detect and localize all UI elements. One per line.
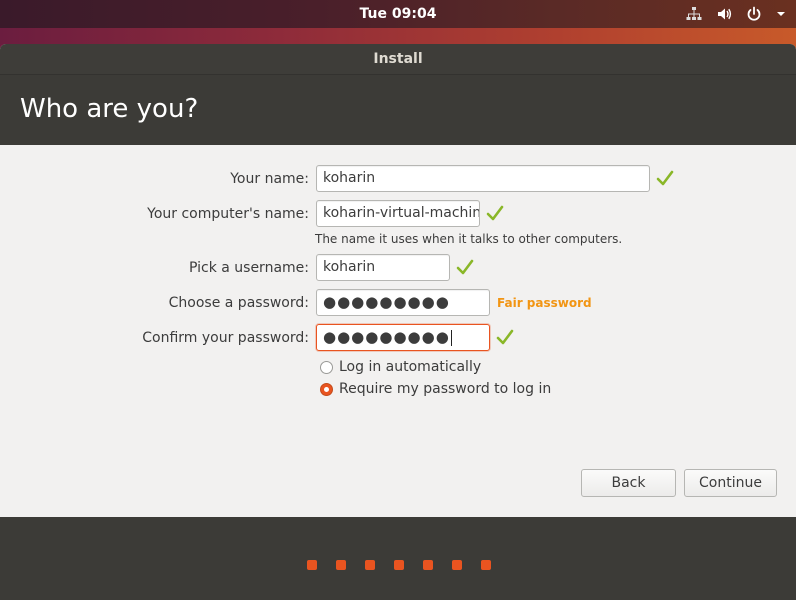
login-automatically-label: Log in automatically: [339, 359, 482, 375]
power-icon[interactable]: [746, 6, 762, 22]
system-tray[interactable]: [686, 0, 786, 28]
password-strength: Fair password: [497, 296, 592, 310]
confirm-password-valid-check-icon: [496, 328, 514, 350]
top-bar: Tue 09:04: [0, 0, 796, 28]
computer-name-row: Your computer's name: koharin-virtual-ma…: [0, 200, 796, 228]
user-form: Your name: koharin Your computer's name:…: [0, 145, 796, 516]
volume-icon[interactable]: [716, 6, 732, 22]
progress-dot: [365, 560, 375, 570]
computer-name-label: Your computer's name:: [147, 206, 309, 222]
page-title: Who are you?: [0, 75, 796, 145]
progress-footer: [0, 517, 796, 600]
continue-button[interactable]: Continue: [684, 469, 777, 497]
confirm-password-row: Confirm your password: ●●●●●●●●●: [0, 324, 796, 352]
require-password-option[interactable]: Require my password to log in: [320, 379, 551, 399]
progress-dot: [481, 560, 491, 570]
name-field[interactable]: koharin: [316, 165, 650, 192]
installer-window: Install Who are you? Your name: koharin …: [0, 44, 796, 600]
confirm-password-value: ●●●●●●●●●: [323, 328, 450, 346]
name-valid-check-icon: [656, 169, 674, 191]
back-button[interactable]: Back: [581, 469, 676, 497]
username-row: Pick a username: koharin: [0, 254, 796, 282]
progress-dot: [336, 560, 346, 570]
password-field[interactable]: ●●●●●●●●●: [316, 289, 490, 316]
progress-dots: [307, 560, 491, 570]
password-row: Choose a password: ●●●●●●●●● Fair passwo…: [0, 289, 796, 317]
require-password-label: Require my password to log in: [339, 381, 552, 397]
name-label: Your name:: [230, 171, 309, 187]
username-field[interactable]: koharin: [316, 254, 450, 281]
password-label: Choose a password:: [168, 295, 309, 311]
name-row: Your name: koharin: [0, 165, 796, 193]
computer-name-field[interactable]: koharin-virtual-machin: [316, 200, 480, 227]
computer-name-valid-check-icon: [486, 204, 504, 226]
confirm-password-label: Confirm your password:: [142, 330, 309, 346]
require-password-radio[interactable]: [320, 382, 333, 396]
progress-dot: [452, 560, 462, 570]
username-label: Pick a username:: [188, 260, 309, 276]
username-valid-check-icon: [456, 258, 474, 280]
text-caret: [450, 329, 452, 346]
window-title: Install: [0, 44, 796, 75]
clock[interactable]: Tue 09:04: [0, 0, 796, 28]
progress-dot: [423, 560, 433, 570]
login-automatically-radio[interactable]: [320, 360, 333, 374]
login-automatically-option[interactable]: Log in automatically: [320, 357, 481, 377]
confirm-password-field[interactable]: ●●●●●●●●●: [316, 324, 490, 351]
network-icon[interactable]: [686, 6, 702, 22]
menu-arrow-icon[interactable]: [776, 6, 786, 22]
computer-name-hint: The name it uses when it talks to other …: [315, 232, 623, 246]
progress-dot: [307, 560, 317, 570]
progress-dot: [394, 560, 404, 570]
